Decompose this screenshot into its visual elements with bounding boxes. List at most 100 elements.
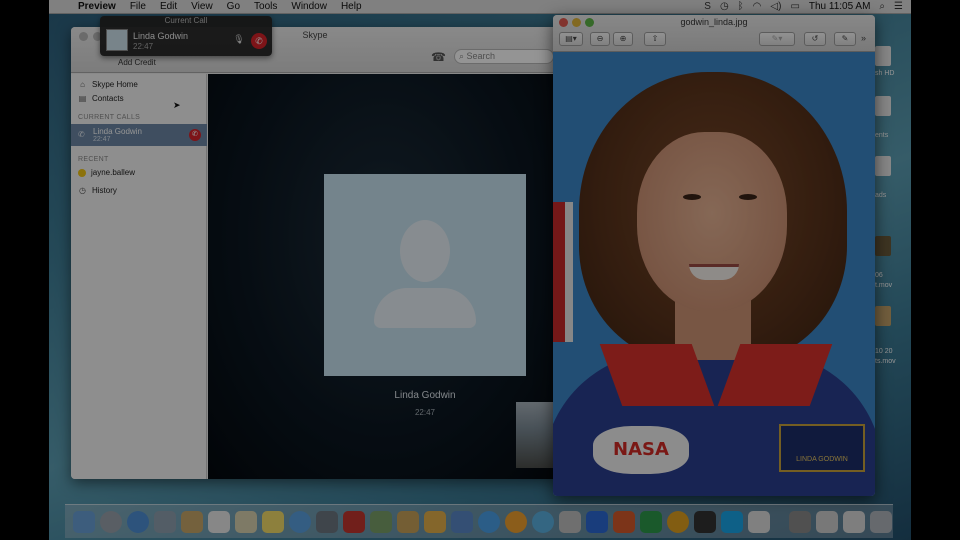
avatar-head-shape [400, 220, 450, 282]
desktop-label-downloads: ads [875, 192, 887, 199]
current-call-time: 22:47 [93, 136, 111, 143]
sidebar-item-history[interactable]: ◷ History [78, 186, 117, 195]
volume-icon[interactable]: ◁) [770, 1, 781, 12]
notes-icon[interactable] [262, 510, 284, 533]
downloads-stack-icon[interactable] [789, 510, 811, 533]
desktop-documents-icon[interactable] [875, 96, 891, 116]
popup-call-time: 22:47 [133, 42, 154, 51]
mute-icon[interactable]: 🎙 [232, 34, 246, 48]
photo-booth-icon[interactable] [343, 510, 365, 533]
current-call-name: Linda Godwin [93, 127, 142, 136]
skype-status-icon[interactable]: S [704, 1, 711, 12]
desktop: Preview File Edit View Go Tools Window H… [49, 0, 911, 540]
dial-pad-icon[interactable]: ☎ [431, 50, 446, 64]
popup-caller-name: Linda Godwin [133, 31, 189, 41]
clock-icon: ◷ [79, 186, 86, 195]
menu-help[interactable]: Help [334, 0, 369, 14]
skype-window: Skype Add Credit ☎ ⌕ Search ⌂ Skype Home… [71, 27, 559, 479]
callee-name: Linda Godwin [394, 390, 456, 401]
notification-center-icon[interactable]: ☰ [894, 1, 903, 12]
sidebar-toggle-button[interactable]: ▤▾ [559, 32, 583, 46]
call-duration: 22:47 [414, 408, 436, 417]
preview-window: godwin_linda.jpg ▤▾ ⊖ ⊕ ⇧ ✎▾ ↺ ✎ » NASA … [553, 15, 875, 496]
facetime-icon[interactable] [316, 510, 338, 533]
skype-icon[interactable] [721, 510, 743, 533]
preview-icon[interactable] [397, 510, 419, 533]
markup-button[interactable]: ✎▾ [759, 32, 795, 46]
mail-icon[interactable] [154, 510, 176, 533]
desktop-label-movie-1b: t.mov [875, 282, 893, 289]
preview-titlebar: godwin_linda.jpg ▤▾ ⊖ ⊕ ⇧ ✎▾ ↺ ✎ » [553, 15, 875, 52]
sidebar-item-skype-home[interactable]: ⌂ Skype Home [78, 80, 138, 89]
zoom-out-button[interactable]: ⊖ [590, 32, 610, 46]
calendar-icon[interactable] [208, 510, 230, 533]
network-icon[interactable] [532, 510, 554, 533]
toolbar-overflow-icon[interactable]: » [861, 33, 866, 43]
search-placeholder: Search [466, 51, 496, 61]
desktop-movie-icon[interactable] [875, 236, 891, 256]
rotate-button[interactable]: ↺ [804, 32, 826, 46]
menu-tools[interactable]: Tools [247, 0, 284, 14]
zoom-in-button[interactable]: ⊕ [613, 32, 633, 46]
trash-icon[interactable] [870, 510, 892, 533]
desktop-label-drive: sh HD [875, 70, 895, 77]
avatar [106, 29, 128, 51]
desktop-label-movie-1a: 06 [875, 272, 883, 279]
share-button[interactable]: ⇧ [644, 32, 666, 46]
sidebar-item-contacts[interactable]: ▤ Contacts [78, 94, 124, 103]
launchpad-icon[interactable] [100, 510, 122, 533]
menu-app-name[interactable]: Preview [71, 0, 123, 14]
spotlight-icon[interactable]: ⌕ [879, 1, 885, 12]
folder-stack-icon[interactable] [843, 510, 865, 533]
app-store-icon[interactable] [451, 510, 473, 533]
dock [65, 504, 893, 538]
sidebar-item-current-call[interactable]: ✆ Linda Godwin 22:47 ✆ [71, 124, 207, 146]
desktop-drive-icon[interactable] [875, 46, 891, 66]
contact-avatar [324, 174, 526, 376]
add-credit-link[interactable]: Add Credit [118, 58, 156, 67]
self-video-preview[interactable] [516, 402, 556, 468]
powerpoint-icon[interactable] [613, 510, 635, 533]
current-calls-header: CURRENT CALLS [78, 114, 141, 121]
sidebar-item-recent-contact[interactable]: jayne.ballew [78, 168, 135, 177]
document-icon[interactable] [748, 510, 770, 533]
mouse-cursor-icon: ➤ [173, 100, 181, 110]
itunes-icon[interactable] [478, 510, 500, 533]
desktop-downloads-icon[interactable] [875, 156, 891, 176]
media-app-icon[interactable] [694, 510, 716, 533]
menu-window[interactable]: Window [284, 0, 334, 14]
hang-up-button[interactable]: ✆ [189, 129, 201, 141]
menu-edit[interactable]: Edit [153, 0, 184, 14]
current-call-popup[interactable]: Current Call Linda Godwin 22:47 🎙 ✆ [100, 16, 272, 56]
vlc-icon[interactable] [505, 510, 527, 533]
bluetooth-icon[interactable]: ᛒ [738, 1, 744, 12]
contacts-icon[interactable] [181, 510, 203, 533]
menu-go[interactable]: Go [220, 0, 247, 14]
iphoto-icon[interactable] [370, 510, 392, 533]
documents-stack-icon[interactable] [816, 510, 838, 533]
menu-file[interactable]: File [123, 0, 153, 14]
word-icon[interactable] [586, 510, 608, 533]
nasa-patch: NASA [593, 426, 689, 474]
finder-icon[interactable] [73, 510, 95, 533]
contacts-icon: ▤ [78, 94, 87, 103]
menu-view[interactable]: View [184, 0, 220, 14]
ibooks-icon[interactable] [424, 510, 446, 533]
desktop-movie-icon[interactable] [875, 306, 891, 326]
sidebar-item-label: jayne.ballew [91, 168, 136, 177]
hang-up-button[interactable]: ✆ [251, 33, 267, 49]
time-machine-icon[interactable]: ◷ [720, 1, 729, 12]
outlook-icon[interactable] [667, 510, 689, 533]
menu-clock[interactable]: Thu 11:05 AM [809, 1, 871, 12]
wifi-icon[interactable]: ◠ [753, 1, 762, 12]
battery-icon[interactable]: ▭ [790, 1, 799, 12]
phone-icon: ✆ [78, 130, 85, 139]
search-input[interactable]: ⌕ Search [454, 49, 554, 64]
messages-icon[interactable] [289, 510, 311, 533]
safari-icon[interactable] [127, 510, 149, 533]
edit-toolbar-button[interactable]: ✎ [834, 32, 856, 46]
system-preferences-icon[interactable] [559, 510, 581, 533]
excel-icon[interactable] [640, 510, 662, 533]
eye-right-shape [739, 194, 757, 200]
reminders-icon[interactable] [235, 510, 257, 533]
